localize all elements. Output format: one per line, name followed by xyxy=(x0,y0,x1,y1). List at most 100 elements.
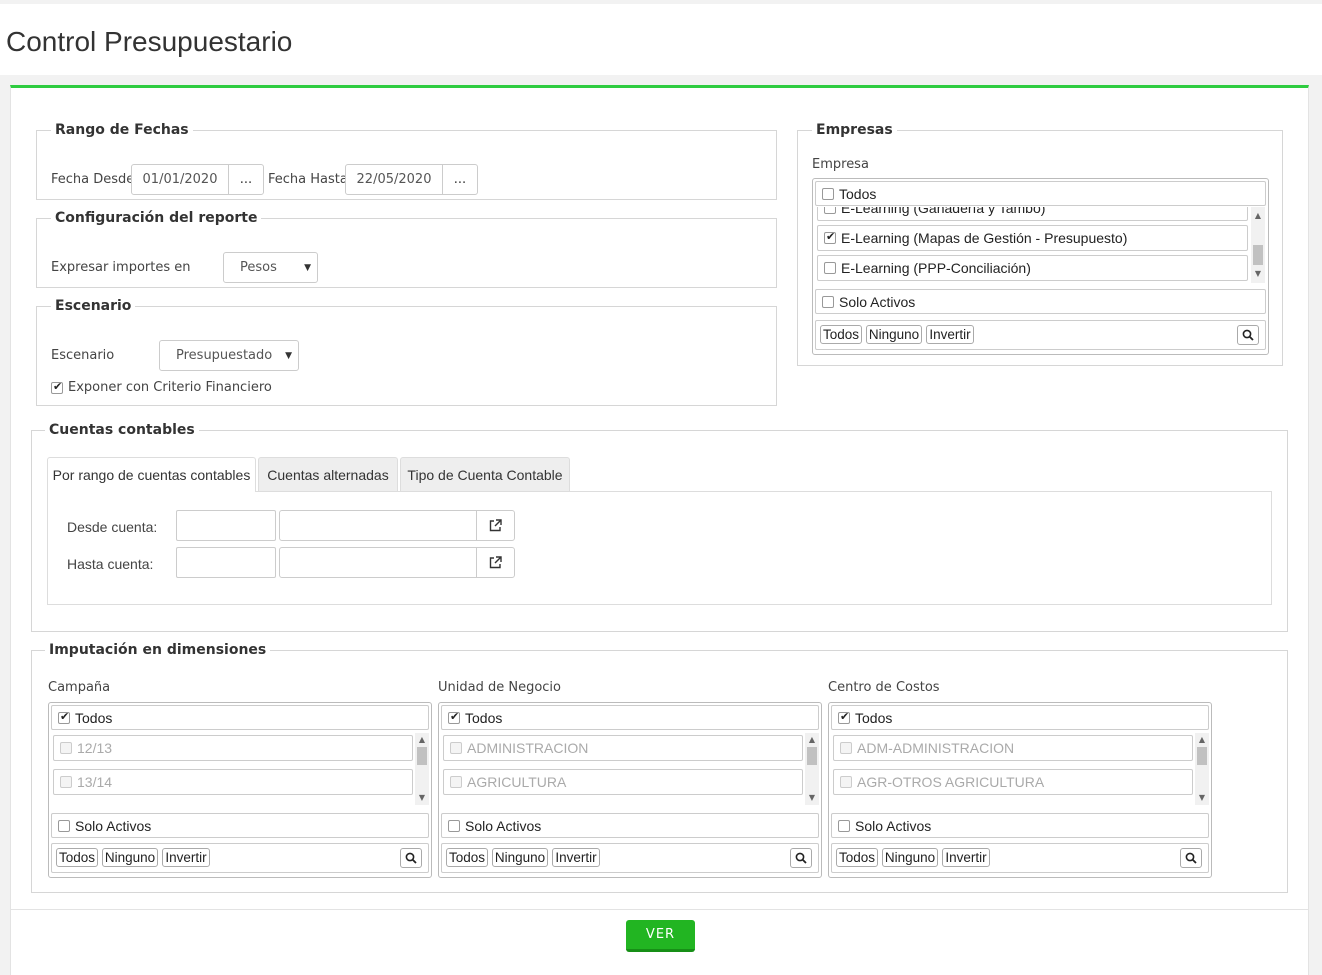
dimension-todos-checkbox[interactable] xyxy=(448,710,460,724)
empresa-solo-activos-label: Solo Activos xyxy=(839,293,916,310)
scroll-down-icon[interactable]: ▼ xyxy=(805,793,819,802)
dimension-solo-activos-checkbox[interactable] xyxy=(838,819,850,832)
dimension-solo-activos-checkbox[interactable] xyxy=(58,819,70,832)
empresa-search-button[interactable] xyxy=(1237,325,1259,345)
dimension-solo-activos-row[interactable]: Solo Activos xyxy=(51,813,429,838)
empresa-todos-button[interactable]: Todos xyxy=(820,325,862,344)
tab-tipo-cuenta[interactable]: Tipo de Cuenta Contable xyxy=(400,457,570,491)
empresa-item-checkbox[interactable] xyxy=(824,207,836,214)
empresa-invertir-button[interactable]: Invertir xyxy=(926,325,974,344)
desde-cuenta-code-input[interactable] xyxy=(176,510,276,541)
dimension-item-checkbox[interactable] xyxy=(60,742,72,754)
dimension-solo-activos-row[interactable]: Solo Activos xyxy=(441,813,819,838)
cuentas-fieldset: Cuentas contables Por rango de cuentas c… xyxy=(31,422,1288,632)
dimension-invertir-button[interactable]: Invertir xyxy=(162,848,210,867)
external-link-icon xyxy=(489,556,502,569)
scrollbar-thumb[interactable] xyxy=(1253,245,1263,265)
escenario-select[interactable]: Presupuestado ▼ xyxy=(159,340,299,371)
dimension-todos-checkbox[interactable] xyxy=(838,710,850,724)
desde-cuenta-lookup-button[interactable] xyxy=(476,510,515,541)
empresa-label: Empresa xyxy=(812,157,869,172)
dimension-solo-activos-row[interactable]: Solo Activos xyxy=(831,813,1209,838)
dimension-todos-button[interactable]: Todos xyxy=(56,848,98,867)
fecha-hasta-label: Fecha Hasta xyxy=(268,172,348,187)
dimension-invertir-button[interactable]: Invertir xyxy=(942,848,990,867)
dimension-item[interactable]: 12/13 xyxy=(53,735,413,761)
scroll-down-icon[interactable]: ▼ xyxy=(415,793,429,802)
dimension-scrollbar[interactable]: ▲ ▼ xyxy=(805,733,819,805)
hasta-cuenta-lookup-button[interactable] xyxy=(476,547,515,578)
scroll-down-icon[interactable]: ▼ xyxy=(1195,793,1209,802)
dimension-label: Centro de Costos xyxy=(828,680,940,695)
ver-button[interactable]: VER xyxy=(626,920,695,952)
dimension-unidad-negocio: Unidad de Negocio Todos ADMINISTRACION A… xyxy=(438,680,822,880)
empresa-solo-activos-checkbox[interactable] xyxy=(822,295,834,308)
dimension-item-checkbox[interactable] xyxy=(450,742,462,754)
dimension-item[interactable]: ADMINISTRACION xyxy=(443,735,803,761)
scroll-up-icon[interactable]: ▲ xyxy=(415,735,429,744)
hasta-cuenta-name-input[interactable] xyxy=(279,547,477,578)
dimension-todos-row[interactable]: Todos xyxy=(441,705,819,730)
dimension-item-checkbox[interactable] xyxy=(840,742,852,754)
moneda-select[interactable]: Pesos ▼ xyxy=(223,252,318,283)
fecha-hasta-input[interactable]: 22/05/2020 xyxy=(345,164,443,195)
dimension-ninguno-button[interactable]: Ninguno xyxy=(102,848,158,867)
dimension-item-checkbox[interactable] xyxy=(840,776,852,788)
dimension-item[interactable]: ADM-ADMINISTRACION xyxy=(833,735,1193,761)
dimension-todos-row[interactable]: Todos xyxy=(51,705,429,730)
empresa-item-checkbox[interactable] xyxy=(824,230,836,244)
empresa-item[interactable]: E-Learning (PPP-Conciliación) xyxy=(817,255,1248,281)
empresa-scrollbar[interactable]: ▲ ▼ xyxy=(1251,207,1265,283)
rango-fechas-fieldset: Rango de Fechas Fecha Desde 01/01/2020 .… xyxy=(36,122,777,200)
dimension-scrollbar[interactable]: ▲ ▼ xyxy=(415,733,429,805)
dimension-todos-row[interactable]: Todos xyxy=(831,705,1209,730)
dimension-ninguno-button[interactable]: Ninguno xyxy=(492,848,548,867)
scroll-up-icon[interactable]: ▲ xyxy=(1251,211,1265,220)
scrollbar-thumb[interactable] xyxy=(807,747,817,765)
dimension-item-checkbox[interactable] xyxy=(450,776,462,788)
dimension-actions-bar: Todos Ninguno Invertir xyxy=(831,843,1209,873)
dimension-item-label: 13/14 xyxy=(77,774,113,790)
scroll-down-icon[interactable]: ▼ xyxy=(1251,269,1265,278)
scrollbar-thumb[interactable] xyxy=(1197,747,1207,765)
empresa-item[interactable]: E-Learning (Ganadería y Tambo) xyxy=(817,207,1248,221)
fecha-desde-input[interactable]: 01/01/2020 xyxy=(131,164,229,195)
dimension-search-button[interactable] xyxy=(1180,848,1202,868)
empresa-todos-checkbox[interactable] xyxy=(822,187,834,200)
dimension-centro-costos: Centro de Costos Todos ADM-ADMINISTRACIO… xyxy=(828,680,1212,880)
scroll-up-icon[interactable]: ▲ xyxy=(1195,735,1209,744)
dimension-item[interactable]: AGR-OTROS AGRICULTURA xyxy=(833,769,1193,795)
rango-fechas-legend: Rango de Fechas xyxy=(55,122,189,138)
hasta-cuenta-code-input[interactable] xyxy=(176,547,276,578)
dimension-todos-button[interactable]: Todos xyxy=(836,848,878,867)
dimension-scrollbar[interactable]: ▲ ▼ xyxy=(1195,733,1209,805)
scroll-up-icon[interactable]: ▲ xyxy=(805,735,819,744)
empresa-solo-activos-row[interactable]: Solo Activos xyxy=(815,289,1266,314)
dimension-ninguno-button[interactable]: Ninguno xyxy=(882,848,938,867)
dimension-todos-button[interactable]: Todos xyxy=(446,848,488,867)
fecha-desde-picker-button[interactable]: ... xyxy=(228,164,264,195)
tab-cuentas-alternadas[interactable]: Cuentas alternadas xyxy=(258,457,398,491)
dimension-item[interactable]: 13/14 xyxy=(53,769,413,795)
criterio-financiero-option[interactable]: Exponer con Criterio Financiero xyxy=(51,380,272,395)
empresa-item-checkbox[interactable] xyxy=(824,262,836,274)
fecha-hasta-picker-button[interactable]: ... xyxy=(442,164,478,195)
criterio-financiero-label: Exponer con Criterio Financiero xyxy=(68,380,272,395)
dimension-item[interactable]: AGRICULTURA xyxy=(443,769,803,795)
empresa-todos-row[interactable]: Todos xyxy=(815,181,1266,206)
dimension-item-label: 12/13 xyxy=(77,740,113,756)
empresas-legend: Empresas xyxy=(816,122,893,138)
desde-cuenta-name-input[interactable] xyxy=(279,510,477,541)
dimension-search-button[interactable] xyxy=(400,848,422,868)
empresa-item[interactable]: E-Learning (Mapas de Gestión - Presupues… xyxy=(817,225,1248,251)
dimension-solo-activos-checkbox[interactable] xyxy=(448,819,460,832)
tab-rango-cuentas[interactable]: Por rango de cuentas contables xyxy=(47,457,256,492)
criterio-financiero-checkbox[interactable] xyxy=(51,380,63,394)
dimension-search-button[interactable] xyxy=(790,848,812,868)
empresa-ninguno-button[interactable]: Ninguno xyxy=(866,325,922,344)
escenario-fieldset: Escenario Escenario Presupuestado ▼ Expo… xyxy=(36,298,777,406)
dimension-item-checkbox[interactable] xyxy=(60,776,72,788)
dimension-invertir-button[interactable]: Invertir xyxy=(552,848,600,867)
scrollbar-thumb[interactable] xyxy=(417,747,427,765)
dimension-todos-checkbox[interactable] xyxy=(58,710,70,724)
